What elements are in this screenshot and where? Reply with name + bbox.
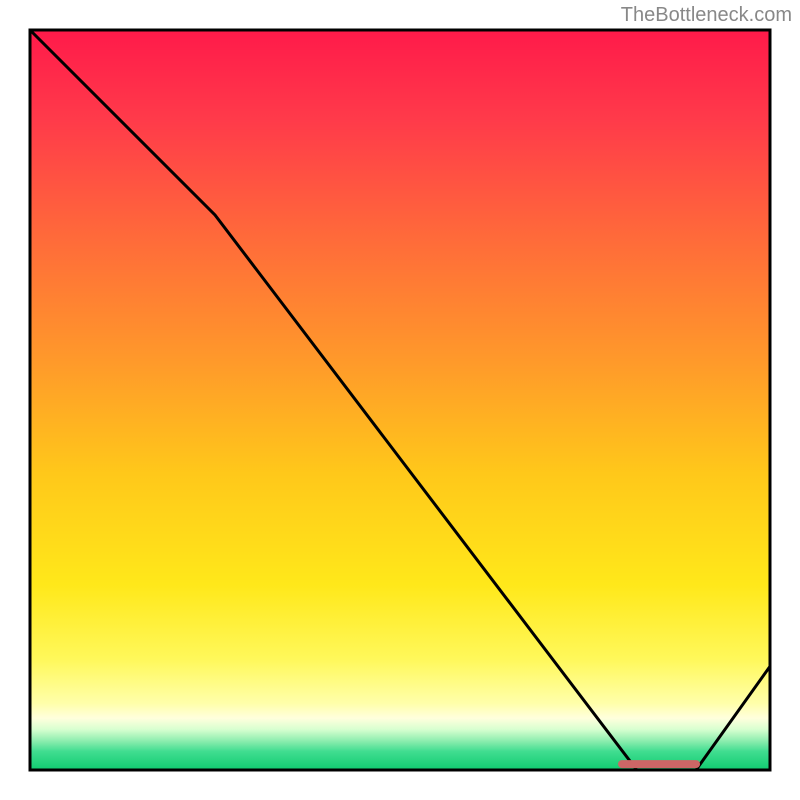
- watermark-text: TheBottleneck.com: [621, 4, 792, 27]
- chart-container: TheBottleneck.com: [0, 0, 800, 800]
- chart-svg: [0, 0, 800, 800]
